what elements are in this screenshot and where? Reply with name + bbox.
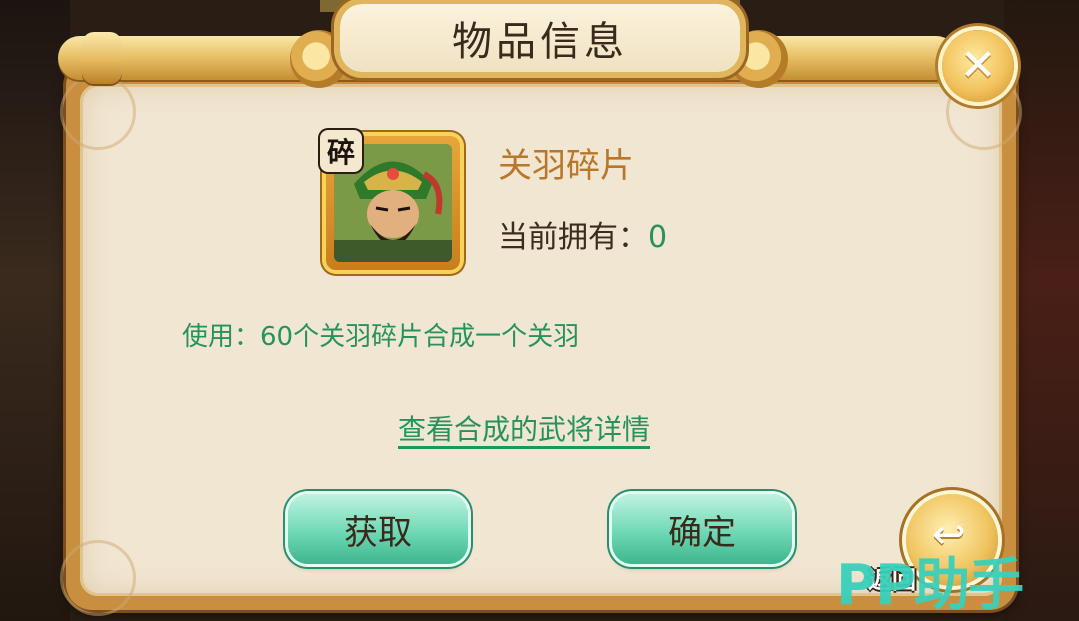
background-left — [0, 0, 70, 621]
shard-badge: 碎 — [320, 130, 362, 172]
corner-ornament-icon — [60, 540, 136, 616]
owned-label: 当前拥有： — [498, 220, 648, 255]
title-plate: 物品信息 — [340, 4, 740, 72]
item-icon-frame: 碎 — [320, 130, 460, 270]
owned-count-row: 当前拥有：0 — [498, 212, 667, 256]
confirm-button[interactable]: 确定 — [612, 494, 792, 564]
close-icon: ✕ — [959, 40, 997, 91]
dialog-title: 物品信息 — [452, 19, 628, 65]
scroll-cap-left — [82, 32, 122, 84]
view-general-details-link[interactable]: 查看合成的武将详情 — [398, 413, 651, 450]
get-button[interactable]: 获取 — [288, 494, 468, 564]
owned-count: 0 — [648, 220, 668, 255]
usage-description: 使用：60个关羽碎片合成一个关羽 — [182, 316, 579, 353]
item-name: 关羽碎片 — [498, 146, 634, 186]
corner-ornament-icon — [60, 74, 136, 150]
usage-text: 60个关羽碎片合成一个关羽 — [260, 322, 580, 352]
usage-label: 使用： — [182, 322, 261, 352]
close-button[interactable]: ✕ — [942, 30, 1014, 102]
pp-watermark: PP助手 — [836, 553, 1024, 618]
